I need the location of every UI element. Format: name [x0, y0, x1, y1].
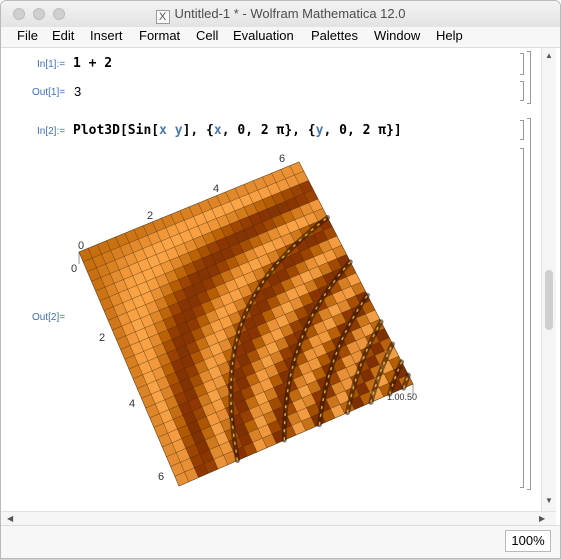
- cell-bracket-in2[interactable]: [520, 120, 524, 140]
- top-tick-4: 4: [213, 183, 219, 195]
- z-ticks: 1.00.50: [387, 392, 417, 402]
- menu-edit[interactable]: Edit: [52, 28, 74, 43]
- title-bar: X Untitled-1 * - Wolfram Mathematica 12.0: [1, 1, 560, 28]
- left-tick-corner-0: 0: [78, 240, 84, 252]
- menu-format[interactable]: Format: [139, 28, 180, 43]
- left-tick-2: 2: [99, 332, 105, 344]
- status-bar: 100%: [1, 525, 560, 558]
- menu-palettes[interactable]: Palettes: [311, 28, 358, 43]
- menu-evaluation[interactable]: Evaluation: [233, 28, 294, 43]
- vertical-scroll-thumb[interactable]: [545, 270, 553, 330]
- in1-label: In[1]:=: [37, 59, 66, 70]
- cell-bracket-in1[interactable]: [520, 53, 524, 75]
- scroll-right-icon[interactable]: ▶: [539, 514, 545, 523]
- window-title-wrap: X Untitled-1 * - Wolfram Mathematica 12.0: [1, 6, 560, 24]
- menu-cell[interactable]: Cell: [196, 28, 218, 43]
- scroll-left-icon[interactable]: ◀: [7, 514, 13, 523]
- cell-group-bracket-2[interactable]: [527, 118, 531, 490]
- menu-insert[interactable]: Insert: [90, 28, 123, 43]
- top-tick-6: 6: [279, 153, 285, 165]
- cell-bracket-out1[interactable]: [520, 81, 524, 101]
- menu-file[interactable]: File: [17, 28, 38, 43]
- zoom-value: 100%: [511, 533, 545, 548]
- scroll-up-icon[interactable]: ▲: [545, 51, 553, 60]
- scroll-down-icon[interactable]: ▼: [545, 496, 553, 505]
- left-tick-6: 6: [158, 471, 164, 483]
- in1-input[interactable]: 1 + 2: [73, 56, 112, 71]
- zoom-selector[interactable]: 100%: [505, 530, 551, 552]
- vertical-scrollbar[interactable]: ▲ ▼: [541, 48, 556, 511]
- window-title: Untitled-1 * - Wolfram Mathematica 12.0: [174, 6, 406, 21]
- menu-help[interactable]: Help: [436, 28, 463, 43]
- cell-group-bracket-1[interactable]: [527, 51, 531, 104]
- document-icon: X: [155, 10, 170, 24]
- cell-bracket-out2[interactable]: [520, 148, 524, 488]
- menu-bar: File Edit Insert Format Cell Evaluation …: [1, 27, 560, 48]
- left-tick-0: 0: [71, 263, 77, 275]
- horizontal-scrollbar[interactable]: ◀ ▶: [1, 511, 556, 525]
- left-tick-4: 4: [129, 398, 135, 410]
- top-tick-2: 2: [147, 210, 153, 222]
- out1-label: Out[1]=: [32, 87, 66, 98]
- out1-output: 3: [74, 84, 82, 99]
- mathematica-window: X Untitled-1 * - Wolfram Mathematica 12.0…: [0, 0, 561, 559]
- menu-window[interactable]: Window: [374, 28, 420, 43]
- plot3d-graphic[interactable]: 2 4 6 0 0 2 4 6 1.00.50: [61, 104, 431, 494]
